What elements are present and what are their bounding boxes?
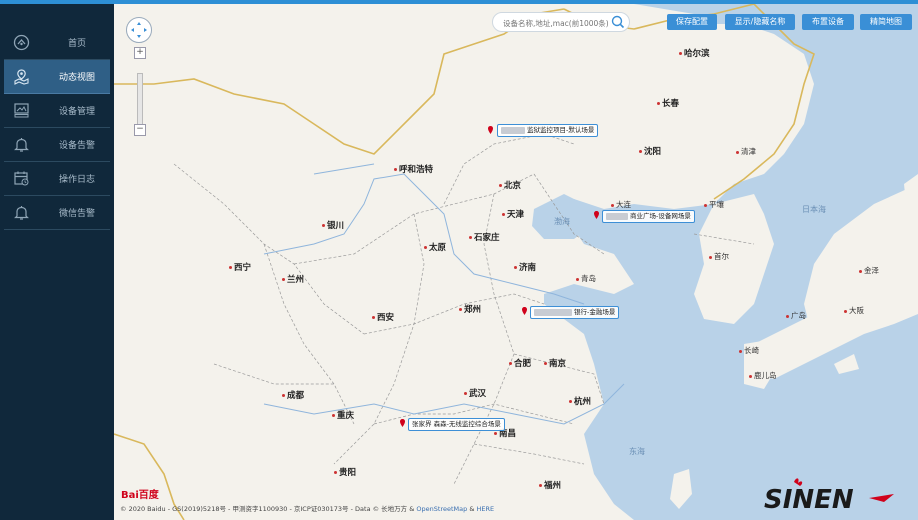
city-label: 杭州 <box>569 398 591 407</box>
city-label: 银川 <box>322 222 344 231</box>
sidebar-item-label: 动态视图 <box>58 73 95 83</box>
sidebar-item-dynamic-view[interactable]: 动态视图 <box>4 60 110 94</box>
city-label: 大阪 <box>844 306 864 315</box>
bell-icon <box>14 206 29 220</box>
search-icon[interactable] <box>611 15 625 29</box>
here-link[interactable]: HERE <box>476 505 494 513</box>
sidebar-item-device-management[interactable]: 设备管理 <box>4 94 110 128</box>
redacted-text <box>606 212 628 220</box>
sidebar-item-label: 设备告警 <box>58 141 95 151</box>
sidebar-item-operation-log[interactable]: 操作日志 <box>4 162 110 196</box>
city-label: 首尔 <box>709 252 729 261</box>
map-canvas[interactable]: 北京 天津 石家庄 太原 呼和浩特 济南 郑州 西安 兰州 西宁 银川 成都 重… <box>114 4 918 520</box>
bell-icon <box>14 138 29 152</box>
sidebar-item-label: 微信告警 <box>58 209 95 219</box>
city-label: 郑州 <box>459 306 481 315</box>
sea-label: 渤海 <box>554 217 570 226</box>
city-label: 太原 <box>424 244 446 253</box>
device-marker-label[interactable]: 商业广场-设备网场景 <box>602 210 695 223</box>
device-marker-label[interactable]: 银行-金融场景 <box>530 306 620 319</box>
save-config-button[interactable]: 保存配置 <box>667 14 717 30</box>
osm-link[interactable]: OpenStreetMap <box>416 505 467 513</box>
redacted-text <box>534 308 572 316</box>
city-label: 青岛 <box>576 274 596 283</box>
city-label: 平壤 <box>704 200 724 209</box>
brand-logo-text: SINEN <box>764 485 854 514</box>
city-label: 哈尔滨 <box>679 50 710 59</box>
city-label: 呼和浩特 <box>394 166 433 175</box>
sinen-brand-logo: SINEN <box>764 478 894 514</box>
sidebar: 首页 动态视图 设备管理 设备告警 操作日志 微信告警 <box>0 4 114 520</box>
marker-text: 张家界 森森-无线监控综合场景 <box>412 420 501 428</box>
city-label: 南昌 <box>494 430 516 439</box>
zoom-in-button[interactable]: + <box>134 47 146 59</box>
toggle-names-button[interactable]: 显示/隐藏名称 <box>725 14 795 30</box>
sidebar-item-device-alarm[interactable]: 设备告警 <box>4 128 110 162</box>
map-zoom-control: + − <box>126 17 152 137</box>
marker-text: 商业广场-设备网场景 <box>630 212 691 220</box>
baidu-logo: Bai百度 <box>121 490 159 501</box>
sidebar-item-label: 操作日志 <box>58 175 95 185</box>
city-label: 成都 <box>282 392 304 401</box>
sea-label: 东海 <box>629 447 645 456</box>
city-label: 北京 <box>499 182 521 191</box>
marker-text: 监狱监控项目-默认场景 <box>527 126 595 134</box>
city-label: 清津 <box>736 147 756 156</box>
map-copyright: © 2020 Baidu - GS(2019)5218号 - 甲测资字11009… <box>120 505 495 513</box>
city-label: 长崎 <box>739 346 759 355</box>
city-label: 合肥 <box>509 360 531 369</box>
map-pin-icon[interactable] <box>594 211 599 219</box>
sidebar-item-home[interactable]: 首页 <box>4 26 110 60</box>
city-label: 南京 <box>544 360 566 369</box>
copyright-text: © 2020 Baidu - GS(2019)5218号 - 甲测资字11009… <box>120 505 415 513</box>
device-marker-label[interactable]: 监狱监控项目-默认场景 <box>497 124 599 137</box>
calendar-icon <box>14 171 29 186</box>
sidebar-item-label: 设备管理 <box>58 107 95 117</box>
city-label: 大连 <box>611 200 631 209</box>
city-label: 兰州 <box>282 276 304 285</box>
deploy-device-button[interactable]: 布置设备 <box>802 14 854 30</box>
city-label: 鹿儿岛 <box>749 371 777 380</box>
city-label: 长春 <box>657 100 679 109</box>
city-label: 石家庄 <box>469 234 500 243</box>
city-label: 济南 <box>514 264 536 273</box>
sidebar-nav: 首页 动态视图 设备管理 设备告警 操作日志 微信告警 <box>0 26 114 230</box>
city-label: 重庆 <box>332 412 354 421</box>
city-label: 金泽 <box>859 266 879 275</box>
map-background <box>114 4 918 520</box>
redacted-text <box>501 126 525 134</box>
city-label: 西宁 <box>229 264 251 273</box>
sea-label: 日本海 <box>802 205 826 214</box>
device-marker-label[interactable]: 张家界 森森-无线监控综合场景 <box>408 418 505 431</box>
marker-text: 银行-金融场景 <box>574 308 616 316</box>
city-label: 沈阳 <box>639 148 661 157</box>
dashboard-icon <box>13 34 30 51</box>
map-pin-icon <box>14 69 29 85</box>
device-search <box>492 12 630 32</box>
search-input[interactable] <box>501 15 611 31</box>
map-pin-icon[interactable] <box>400 419 405 427</box>
device-icon <box>14 103 29 118</box>
simple-map-button[interactable]: 精简地图 <box>860 14 912 30</box>
sidebar-item-wechat-alarm[interactable]: 微信告警 <box>4 196 110 230</box>
city-label: 武汉 <box>464 390 486 399</box>
map-pin-icon[interactable] <box>522 307 527 315</box>
zoom-out-button[interactable]: − <box>134 124 146 136</box>
city-label: 广岛 <box>786 311 806 320</box>
pan-control[interactable] <box>126 17 152 43</box>
city-label: 西安 <box>372 314 394 323</box>
sidebar-item-label: 首页 <box>67 39 86 49</box>
map-pin-icon[interactable] <box>488 126 493 134</box>
city-label: 天津 <box>502 211 524 220</box>
city-label: 福州 <box>539 482 561 491</box>
city-label: 贵阳 <box>334 469 356 478</box>
pan-arrows-icon <box>131 22 147 38</box>
